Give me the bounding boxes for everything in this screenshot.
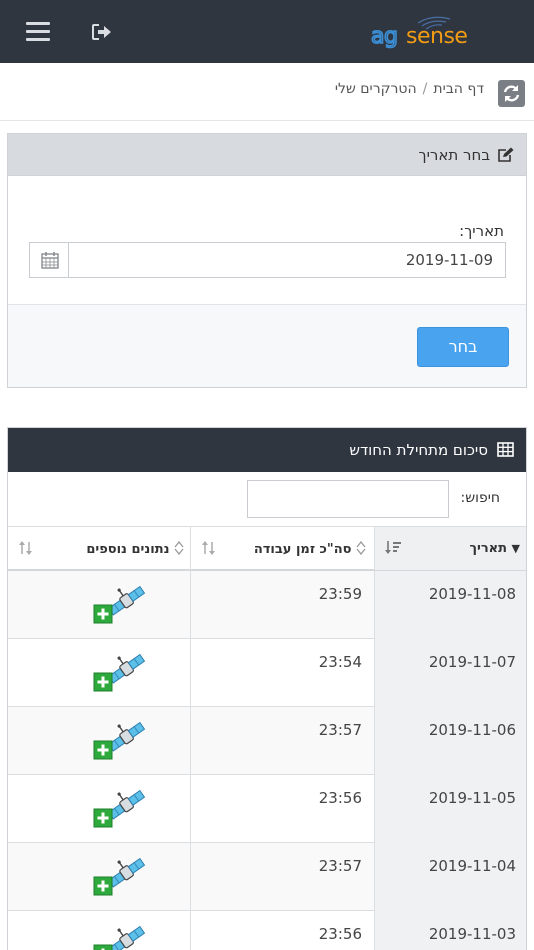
row-total-time: 23:56: [318, 789, 362, 807]
sort-desc-icon: [385, 541, 401, 554]
breadcrumb-trail: דף הבית / הטרקרים שלי: [335, 81, 484, 97]
search-input[interactable]: [247, 480, 449, 518]
cell-date: 2019-11-05: [374, 775, 526, 843]
table-icon: [497, 442, 514, 457]
calendar-icon: [41, 252, 59, 269]
choose-date-button[interactable]: בחר: [417, 327, 509, 367]
sort-both-icon: [19, 541, 32, 555]
column-header-date[interactable]: ▼ תאריך: [374, 527, 526, 570]
cell-total-time: 23:56: [190, 775, 374, 843]
row-date: 2019-11-06: [428, 721, 516, 739]
cell-extra-data: [8, 911, 190, 950]
table-row: 2019-11-04 23:57: [8, 843, 526, 911]
date-panel-footer: בחר: [8, 304, 526, 387]
cell-total-time: 23:57: [190, 843, 374, 911]
date-panel-header: בחר תאריך: [8, 134, 526, 176]
summary-table: ▼ תאריך סה"כ זמן עבודה נתונים נוספים 201…: [8, 526, 526, 950]
row-total-time: 23:57: [318, 721, 362, 739]
row-total-time: 23:56: [318, 925, 362, 943]
top-navbar: ag sense: [0, 0, 534, 63]
cell-date: 2019-11-08: [374, 571, 526, 639]
monthly-summary-panel: סיכום מתחילת החודש חיפוש: ▼ תאריך סה"כ ז…: [7, 427, 527, 950]
satellite-plus-icon[interactable]: [86, 721, 150, 761]
sort-chevron-icon: [356, 540, 366, 556]
satellite-plus-icon[interactable]: [86, 585, 150, 625]
date-field-label: תאריך:: [459, 222, 504, 240]
table-row: 2019-11-08 23:59: [8, 571, 526, 639]
refresh-icon: [503, 85, 520, 102]
hamburger-icon[interactable]: [26, 22, 50, 42]
search-label: חיפוש:: [460, 490, 500, 506]
cell-extra-data: [8, 775, 190, 843]
date-input-group: [29, 242, 506, 278]
summary-panel-title: סיכום מתחילת החודש: [349, 441, 488, 459]
table-body: 2019-11-08 23:59 2019-11-07 23:54 2019-1…: [8, 571, 526, 950]
sort-both-icon: [202, 541, 215, 555]
cell-date: 2019-11-03: [374, 911, 526, 950]
satellite-plus-icon[interactable]: [86, 857, 150, 897]
row-date: 2019-11-04: [428, 857, 516, 875]
cell-total-time: 23:57: [190, 707, 374, 775]
sort-chevron-icon: [174, 540, 184, 556]
table-header: ▼ תאריך סה"כ זמן עבודה נתונים נוספים: [8, 526, 526, 571]
cell-date: 2019-11-06: [374, 707, 526, 775]
row-date: 2019-11-07: [428, 653, 516, 671]
satellite-plus-icon[interactable]: [86, 653, 150, 693]
column-header-extra-data[interactable]: נתונים נוספים: [8, 527, 190, 570]
row-total-time: 23:57: [318, 857, 362, 875]
date-picker-panel: בחר תאריך תאריך: בחר: [7, 133, 527, 388]
column-header-total-time-label: סה"כ זמן עבודה: [254, 540, 366, 557]
column-header-date-label: ▼ תאריך: [469, 541, 520, 556]
row-date: 2019-11-08: [428, 585, 516, 603]
table-row: 2019-11-03 23:56: [8, 911, 526, 950]
cell-total-time: 23:56: [190, 911, 374, 950]
cell-date: 2019-11-07: [374, 639, 526, 707]
refresh-button[interactable]: [498, 80, 525, 107]
table-row: 2019-11-05 23:56: [8, 775, 526, 843]
breadcrumb: דף הבית / הטרקרים שלי: [0, 63, 534, 121]
breadcrumb-current: הטרקרים שלי: [334, 81, 417, 97]
cell-extra-data: [8, 639, 190, 707]
svg-text:ag: ag: [371, 24, 397, 49]
breadcrumb-home-link[interactable]: דף הבית: [433, 81, 484, 97]
row-date: 2019-11-05: [428, 789, 516, 807]
svg-text:sense: sense: [406, 24, 467, 49]
agsense-logo: ag sense: [370, 16, 468, 50]
row-total-time: 23:54: [318, 653, 362, 671]
edit-icon: [498, 147, 514, 162]
row-date: 2019-11-03: [428, 925, 516, 943]
cell-extra-data: [8, 707, 190, 775]
cell-total-time: 23:54: [190, 639, 374, 707]
cell-date: 2019-11-04: [374, 843, 526, 911]
calendar-button[interactable]: [30, 243, 69, 277]
cell-extra-data: [8, 571, 190, 639]
cell-total-time: 23:59: [190, 571, 374, 639]
table-row: 2019-11-07 23:54: [8, 639, 526, 707]
row-total-time: 23:59: [318, 585, 362, 603]
satellite-plus-icon[interactable]: [86, 789, 150, 829]
cell-extra-data: [8, 843, 190, 911]
date-input[interactable]: [70, 243, 505, 277]
column-header-total-time[interactable]: סה"כ זמן עבודה: [190, 527, 374, 570]
sign-out-icon[interactable]: [92, 24, 112, 40]
summary-panel-header: סיכום מתחילת החודש: [8, 428, 526, 472]
table-row: 2019-11-06 23:57: [8, 707, 526, 775]
breadcrumb-separator: /: [422, 81, 428, 97]
date-panel-title: בחר תאריך: [418, 146, 490, 164]
column-header-extra-data-label: נתונים נוספים: [86, 540, 184, 557]
satellite-plus-icon[interactable]: [86, 925, 150, 950]
